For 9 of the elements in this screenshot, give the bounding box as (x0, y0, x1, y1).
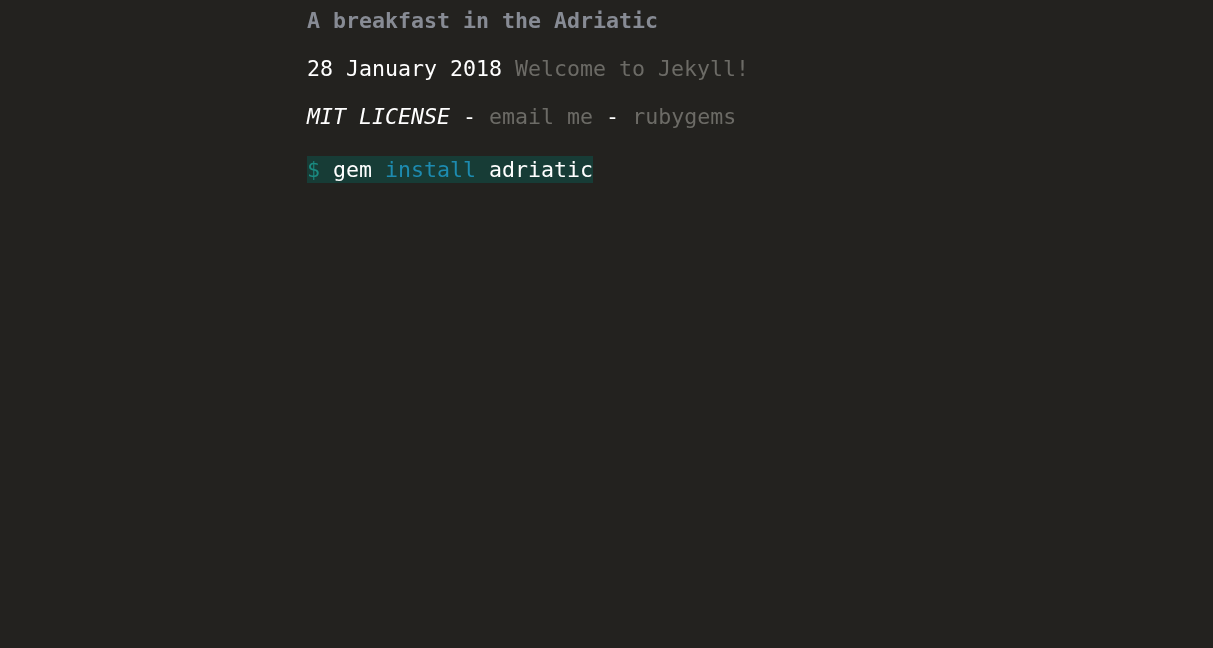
separator-text: - (606, 103, 620, 131)
separator-text: - (463, 103, 477, 131)
post-link[interactable]: Welcome to Jekyll! (515, 54, 750, 84)
post-date: 28 January 2018 (307, 55, 502, 83)
install-command: $ gem install adriatic (307, 156, 594, 183)
footer-link[interactable]: rubygems (632, 102, 737, 132)
post-title-link[interactable]: A breakfast in the Adriatic (307, 6, 658, 36)
footer-link[interactable]: email me (489, 102, 594, 132)
license-text: MIT LICENSE (307, 103, 450, 131)
